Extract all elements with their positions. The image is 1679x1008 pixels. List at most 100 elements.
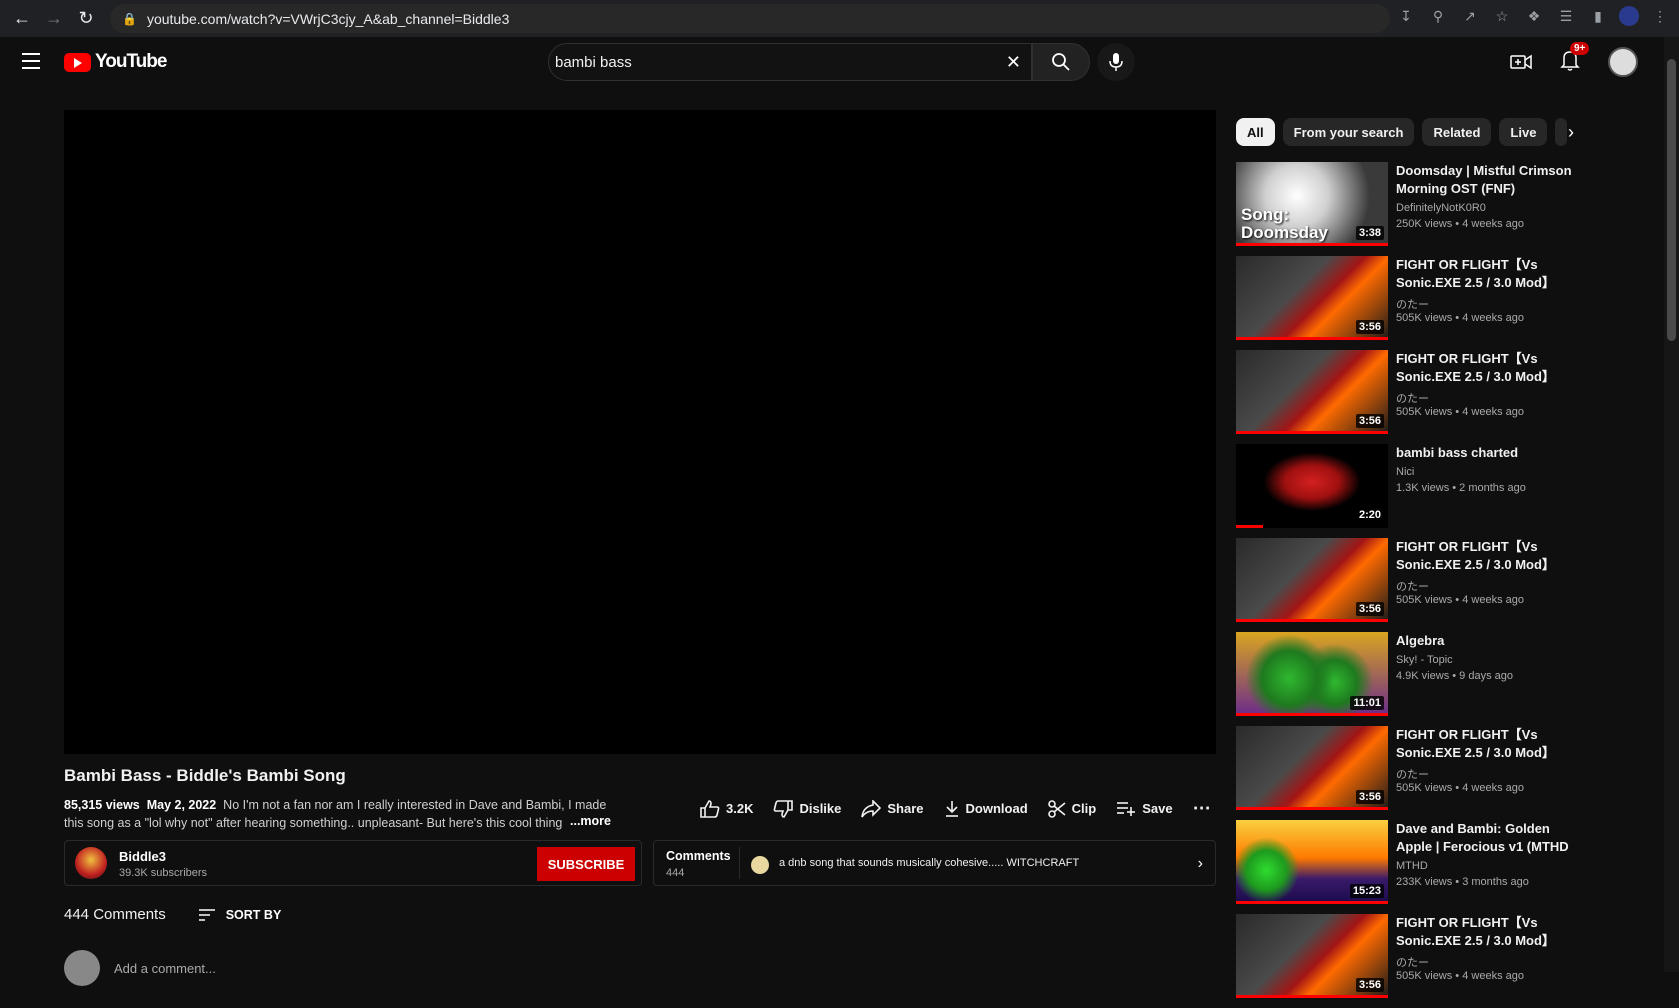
- watch-progress-bar: [1236, 713, 1388, 716]
- comments-label: Comments: [666, 849, 731, 863]
- chevron-right-icon: ›: [1197, 855, 1203, 872]
- show-more-link[interactable]: ...more: [570, 814, 611, 828]
- forward-icon[interactable]: →: [38, 3, 70, 35]
- voice-search-button[interactable]: [1097, 43, 1135, 81]
- chip-from-your-search[interactable]: From your search: [1282, 118, 1415, 146]
- video-thumbnail[interactable]: 2:20: [1236, 444, 1388, 528]
- comments-header: 444 Comments SORT BY: [64, 906, 281, 923]
- hamburger-menu-icon[interactable]: [22, 53, 40, 74]
- youtube-header: YouTube ✕ 9+: [0, 37, 1664, 89]
- related-video-title[interactable]: Doomsday | Mistful Crimson Morning OST (…: [1396, 162, 1582, 198]
- install-icon[interactable]: ↧: [1395, 5, 1417, 27]
- related-video-title[interactable]: FIGHT OR FLIGHT【Vs Sonic.EXE 2.5 / 3.0 M…: [1396, 256, 1582, 292]
- browser-menu-icon[interactable]: ⋮: [1649, 5, 1671, 27]
- related-video-item[interactable]: 3:56 FIGHT OR FLIGHT【Vs Sonic.EXE 2.5 / 3…: [1236, 350, 1576, 444]
- address-bar[interactable]: 🔒 youtube.com/watch?v=VWrjC3cjy_A&ab_cha…: [110, 4, 1390, 33]
- account-avatar[interactable]: [1608, 47, 1638, 77]
- clip-button[interactable]: Clip: [1047, 799, 1096, 818]
- youtube-logo[interactable]: YouTube: [64, 51, 167, 73]
- channel-avatar[interactable]: [75, 847, 107, 879]
- related-video-title[interactable]: FIGHT OR FLIGHT【Vs Sonic.EXE 2.5 / 3.0 M…: [1396, 350, 1582, 386]
- media-icon[interactable]: ☰: [1555, 5, 1577, 27]
- sort-by-button[interactable]: SORT BY: [198, 908, 281, 922]
- video-thumbnail[interactable]: 3:56: [1236, 914, 1388, 998]
- create-video-icon[interactable]: [1510, 53, 1532, 71]
- video-thumbnail[interactable]: Song: Doomsday 3:38: [1236, 162, 1388, 246]
- share-button[interactable]: Share: [861, 799, 924, 818]
- clear-search-icon[interactable]: ✕: [1006, 52, 1021, 73]
- chip-partial[interactable]: [1555, 118, 1568, 146]
- video-thumbnail[interactable]: 3:56: [1236, 256, 1388, 340]
- related-video-title[interactable]: FIGHT OR FLIGHT【Vs Sonic.EXE 2.5 / 3.0 M…: [1396, 914, 1582, 950]
- related-channel-name[interactable]: のたー: [1396, 766, 1429, 782]
- chip-live[interactable]: Live: [1499, 118, 1548, 146]
- channel-name[interactable]: Biddle3: [119, 849, 166, 864]
- related-video-title[interactable]: FIGHT OR FLIGHT【Vs Sonic.EXE 2.5 / 3.0 M…: [1396, 726, 1582, 762]
- chip-related[interactable]: Related: [1422, 118, 1492, 146]
- search-box: ✕: [548, 43, 1032, 81]
- like-button[interactable]: 3.2K: [700, 799, 753, 818]
- thumbnail-caption: Song: Doomsday: [1241, 205, 1328, 242]
- download-button[interactable]: Download: [944, 800, 1028, 818]
- related-channel-name[interactable]: Nici: [1396, 466, 1414, 478]
- related-video-title[interactable]: Algebra: [1396, 632, 1582, 650]
- page-scrollbar[interactable]: [1664, 37, 1679, 972]
- scrollbar-thumb[interactable]: [1667, 59, 1676, 341]
- video-thumbnail[interactable]: 3:56: [1236, 726, 1388, 810]
- dislike-button[interactable]: Dislike: [773, 799, 841, 818]
- notifications-button[interactable]: 9+: [1560, 41, 1590, 76]
- view-count: 85,315 views: [64, 798, 140, 812]
- related-channel-name[interactable]: DefinitelyNotK0R0: [1396, 202, 1486, 214]
- chips-next-arrow-icon[interactable]: ›: [1568, 122, 1574, 143]
- related-video-item[interactable]: 3:56 FIGHT OR FLIGHT【Vs Sonic.EXE 2.5 / 3…: [1236, 726, 1576, 820]
- related-channel-name[interactable]: のたー: [1396, 390, 1429, 406]
- related-channel-name[interactable]: のたー: [1396, 296, 1429, 312]
- add-comment-row: Add a comment...: [64, 950, 216, 986]
- share-icon[interactable]: ↗: [1459, 5, 1481, 27]
- related-video-item[interactable]: 2:20 bambi bass charted Nici 1.3K views • 2…: [1236, 444, 1576, 538]
- video-thumbnail[interactable]: 3:56: [1236, 538, 1388, 622]
- upload-date: May 2, 2022: [146, 798, 217, 812]
- related-video-item[interactable]: Song: Doomsday 3:38 Doomsday | Mistful Cri…: [1236, 162, 1576, 256]
- related-video-meta: 250K views • 4 weeks ago: [1396, 218, 1524, 230]
- related-channel-name[interactable]: のたー: [1396, 578, 1429, 594]
- more-actions-button[interactable]: ⋯: [1193, 798, 1212, 819]
- subscribe-button[interactable]: SUBSCRIBE: [537, 847, 635, 881]
- notification-badge: 9+: [1570, 41, 1590, 55]
- related-channel-name[interactable]: のたー: [1396, 954, 1429, 970]
- browser-profile-avatar[interactable]: [1619, 6, 1639, 26]
- video-thumbnail[interactable]: 3:56: [1236, 350, 1388, 434]
- chip-all[interactable]: All: [1236, 118, 1275, 146]
- top-comment-text: a dnb song that sounds musically cohesiv…: [779, 857, 1080, 869]
- comments-preview[interactable]: Comments 444 a dnb song that sounds musi…: [653, 840, 1216, 886]
- related-video-item[interactable]: 3:56 FIGHT OR FLIGHT【Vs Sonic.EXE 2.5 / 3…: [1236, 538, 1576, 632]
- related-video-item[interactable]: 3:56 FIGHT OR FLIGHT【Vs Sonic.EXE 2.5 / 3…: [1236, 256, 1576, 350]
- extensions-icon[interactable]: ❖: [1523, 5, 1545, 27]
- related-video-meta: 233K views • 3 months ago: [1396, 876, 1529, 888]
- watch-progress-bar: [1236, 525, 1264, 528]
- watch-progress-bar: [1236, 243, 1388, 246]
- zoom-icon[interactable]: ⚲: [1427, 5, 1449, 27]
- reload-icon[interactable]: ↻: [70, 3, 102, 35]
- search-button[interactable]: [1032, 43, 1090, 81]
- related-video-title[interactable]: Dave and Bambi: Golden Apple | Ferocious…: [1396, 820, 1582, 856]
- related-video-title[interactable]: FIGHT OR FLIGHT【Vs Sonic.EXE 2.5 / 3.0 M…: [1396, 538, 1582, 574]
- related-video-item[interactable]: 3:56 FIGHT OR FLIGHT【Vs Sonic.EXE 2.5 / 3…: [1236, 914, 1576, 1008]
- side-panel-icon[interactable]: ▮: [1587, 5, 1609, 27]
- save-button[interactable]: Save: [1116, 801, 1173, 817]
- add-comment-input[interactable]: Add a comment...: [114, 961, 216, 976]
- back-icon[interactable]: ←: [6, 3, 38, 35]
- search-input[interactable]: [555, 53, 975, 71]
- video-thumbnail[interactable]: 15:23: [1236, 820, 1388, 904]
- related-video-title[interactable]: bambi bass charted: [1396, 444, 1582, 462]
- video-player[interactable]: [64, 110, 1216, 754]
- related-video-item[interactable]: 11:01 Algebra Sky! - Topic 4.9K views • 9 d…: [1236, 632, 1576, 726]
- video-thumbnail[interactable]: 11:01: [1236, 632, 1388, 716]
- sort-icon: [198, 908, 215, 921]
- related-channel-name[interactable]: MTHD: [1396, 860, 1428, 872]
- related-video-item[interactable]: 15:23 Dave and Bambi: Golden Apple | Fero…: [1236, 820, 1576, 914]
- bookmark-star-icon[interactable]: ☆: [1491, 5, 1513, 27]
- video-duration: 15:23: [1349, 884, 1384, 898]
- video-description[interactable]: 85,315 views May 2, 2022 No I'm not a fa…: [64, 796, 624, 832]
- related-channel-name[interactable]: Sky! - Topic: [1396, 654, 1453, 666]
